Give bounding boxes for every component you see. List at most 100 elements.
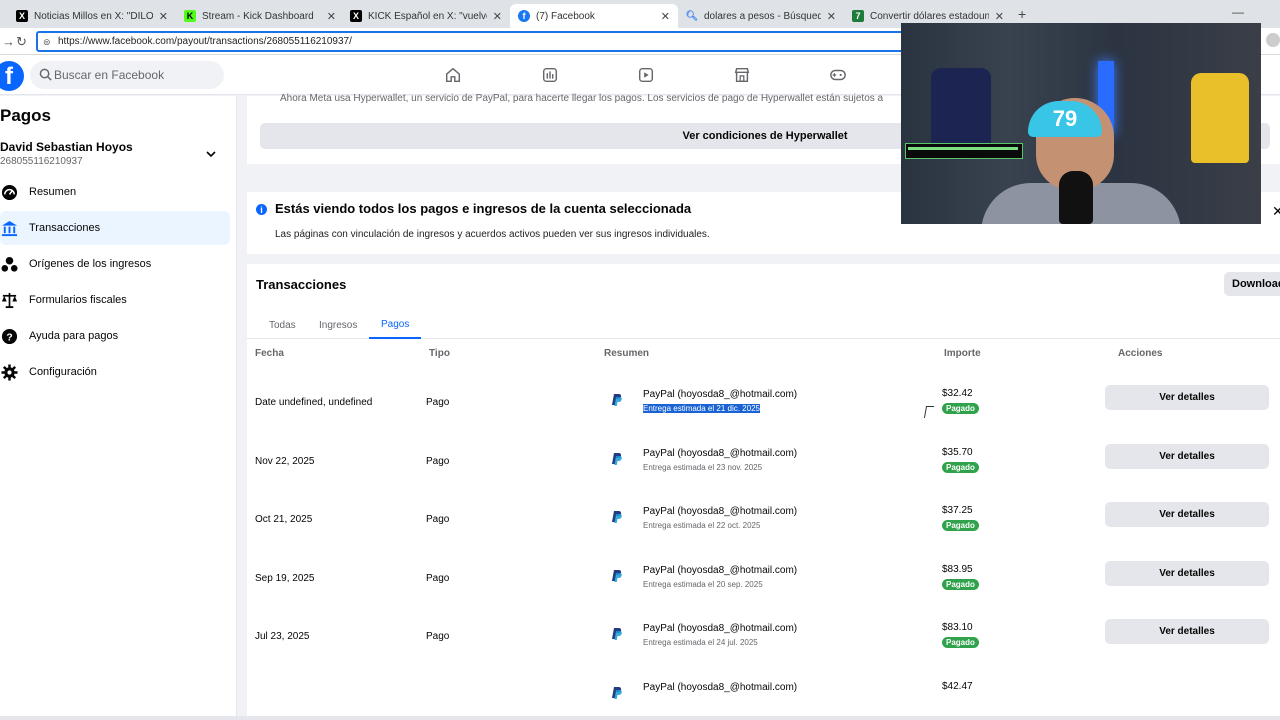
browser-tab[interactable]: X KICK Español en X: "vuelve el bras ✕ — [342, 4, 510, 28]
view-details-button[interactable]: Ver detalles — [1105, 443, 1269, 469]
sidebar-item-resumen[interactable]: Resumen — [0, 175, 230, 209]
close-icon[interactable]: ✕ — [661, 10, 670, 23]
close-icon[interactable]: ✕ — [493, 10, 502, 23]
transactions-tabs: Todas Ingresos Pagos — [247, 312, 1280, 339]
profile-avatar[interactable] — [1266, 33, 1280, 47]
column-header-importe: Importe — [944, 348, 981, 359]
site-info-icon[interactable]: ⊜ — [43, 37, 51, 48]
row-amount: $83.95 — [942, 563, 973, 575]
browser-tab[interactable]: X Noticias Millos en X: "DILO SIN MI ✕ — [8, 4, 176, 28]
paypal-icon — [612, 394, 622, 406]
jersey-left — [931, 68, 991, 148]
minimize-icon[interactable]: — — [1232, 5, 1244, 19]
video-icon[interactable] — [637, 66, 655, 84]
close-icon[interactable]: ✕ — [159, 10, 168, 23]
chevron-down-icon[interactable] — [205, 148, 217, 160]
status-badge: Pagado — [942, 403, 979, 414]
svg-text:?: ? — [6, 332, 12, 343]
tab-label: Stream - Kick Dashboard — [202, 10, 314, 22]
sidebar-item-configuracion[interactable]: Configuración — [0, 355, 230, 389]
new-tab-icon[interactable]: + — [1018, 6, 1026, 22]
help-icon: ? — [0, 327, 18, 345]
row-amount: $37.25 — [942, 505, 973, 516]
table-row: Jul 23, 2025 Pago PayPal (hoyosda8_@hotmai… — [247, 608, 1280, 666]
gear-icon — [0, 363, 18, 381]
info-icon: i — [256, 204, 267, 215]
marketplace-icon[interactable] — [733, 66, 751, 84]
info-title: Estás viendo todos los pagos e ingresos … — [275, 201, 692, 216]
row-estimated-delivery: Entrega estimada el 24 jul. 2025 — [643, 638, 758, 647]
webcam-overlay: 79 — [901, 23, 1261, 224]
close-icon[interactable]: ✕ — [327, 10, 336, 23]
info-subtitle: Las páginas con vinculación de ingresos … — [275, 229, 710, 240]
sidebar-item-transacciones[interactable]: Transacciones — [0, 211, 230, 245]
column-header-acciones: Acciones — [1118, 348, 1163, 359]
reload-icon[interactable]: ↻ — [16, 34, 27, 50]
table-row: PayPal (hoyosda8_@hotmail.com) $42.47 — [247, 667, 1280, 720]
row-payment-method: PayPal (hoyosda8_@hotmail.com) — [643, 389, 798, 400]
tab-ingresos[interactable]: Ingresos — [307, 312, 369, 339]
horizontal-scrollbar[interactable] — [0, 716, 1280, 720]
kick-icon: K — [184, 10, 196, 22]
sidebar-item-label: Orígenes de los ingresos — [29, 258, 152, 270]
row-payment-method: PayPal (hoyosda8_@hotmail.com) — [643, 681, 798, 693]
transactions-card: Transacciones Download Todas Ingresos Pa… — [247, 264, 1280, 720]
tab-pagos[interactable]: Pagos — [369, 312, 422, 339]
view-details-button[interactable]: Ver detalles — [1105, 502, 1269, 527]
table-row: Nov 22, 2025 Pago PayPal (hoyosda8_@hotmai… — [247, 433, 1280, 491]
status-badge: Pagado — [942, 578, 979, 590]
search-icon — [39, 68, 52, 81]
tab-todas[interactable]: Todas — [257, 312, 308, 339]
tab-label: Noticias Millos en X: "DILO SIN MI — [34, 10, 153, 22]
microphone — [1059, 171, 1093, 224]
hyperwallet-notice: Ahora Meta usa Hyperwallet, un servicio … — [280, 93, 884, 104]
view-details-button[interactable]: Ver detalles — [1105, 619, 1269, 644]
row-type: Pago — [426, 572, 450, 584]
row-estimated-delivery: Entrega estimada el 22 oct. 2025 — [643, 521, 761, 530]
sidebar-item-origenes[interactable]: Orígenes de los ingresos — [0, 247, 230, 281]
facebook-logo[interactable]: f — [0, 61, 24, 91]
dashboard-icon — [0, 183, 18, 201]
row-amount: $32.42 — [942, 388, 973, 399]
url-field[interactable]: ⊜ https://www.facebook.com/payout/transa… — [36, 31, 916, 52]
row-type: Pago — [426, 397, 450, 408]
sidebar-item-formularios[interactable]: Formularios fiscales — [0, 283, 230, 317]
browser-tab[interactable]: 🔍︎ dolares a pesos - Búsqueda ✕ — [678, 4, 844, 28]
sidebar-item-label: Resumen — [29, 186, 77, 198]
sidebar-item-label: Ayuda para pagos — [29, 330, 119, 342]
status-badge: Pagado — [942, 461, 979, 473]
x-icon: X — [350, 10, 362, 22]
row-estimated-delivery: Entrega estimada el 20 sep. 2025 — [643, 579, 763, 589]
gaming-icon[interactable] — [829, 66, 847, 84]
paypal-icon — [612, 686, 622, 699]
sidebar-item-ayuda[interactable]: ? Ayuda para pagos — [0, 319, 230, 353]
status-badge: Pagado — [942, 637, 979, 648]
search-input[interactable]: Buscar en Facebook — [30, 61, 224, 89]
page-title: Pagos — [0, 106, 52, 125]
view-details-button[interactable]: Ver detalles — [1105, 385, 1269, 410]
row-type: Pago — [426, 514, 450, 525]
url-text: https://www.facebook.com/payout/transact… — [58, 36, 352, 47]
browser-tab[interactable]: K Stream - Kick Dashboard ✕ — [176, 4, 344, 28]
view-details-button[interactable]: Ver detalles — [1105, 560, 1269, 586]
home-icon[interactable] — [444, 66, 462, 84]
forward-icon[interactable]: → — [2, 34, 15, 49]
converter-icon: 7 — [852, 10, 864, 22]
row-payment-method: PayPal (hoyosda8_@hotmail.com) — [643, 623, 798, 634]
browser-tab-active[interactable]: f (7) Facebook ✕ — [510, 4, 678, 28]
row-date: Sep 19, 2025 — [255, 572, 315, 584]
transactions-title: Transacciones — [256, 277, 347, 292]
download-button[interactable]: Download — [1224, 272, 1280, 296]
dashboard-icon[interactable] — [541, 66, 559, 84]
row-payment-method: PayPal (hoyosda8_@hotmail.com) — [643, 506, 798, 517]
row-estimated-delivery: Entrega estimada el 21 dic. 2025 — [643, 404, 760, 413]
paypal-icon — [612, 628, 622, 640]
tab-label: KICK Español en X: "vuelve el bras — [368, 10, 487, 22]
close-icon[interactable]: ✕ — [995, 10, 1004, 23]
tab-label: Convertir dólares estadounidense — [870, 10, 989, 22]
close-icon[interactable]: ✕ — [1272, 203, 1280, 220]
row-type: Pago — [426, 455, 450, 467]
close-icon[interactable]: ✕ — [827, 10, 836, 23]
account-id: 268055116210937 — [0, 156, 83, 167]
jersey-right — [1191, 73, 1249, 163]
